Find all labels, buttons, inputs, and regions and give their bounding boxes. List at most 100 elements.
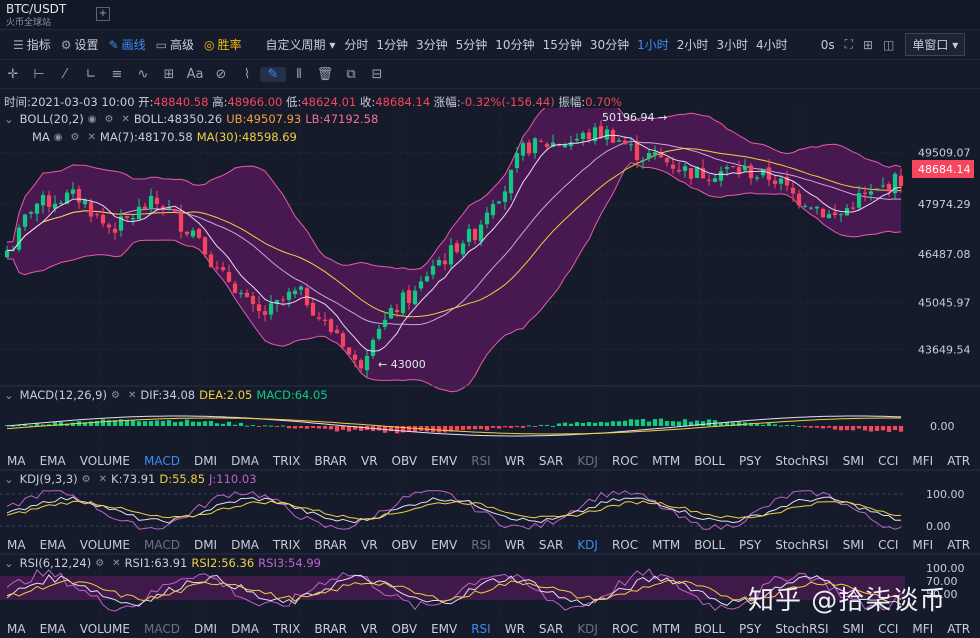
indicator-tab-stochrsi[interactable]: StochRSI xyxy=(768,538,835,552)
indicator-tab-wr[interactable]: WR xyxy=(498,538,532,552)
indicator-tab-kdj[interactable]: KDJ xyxy=(570,622,605,636)
indicator-tab-ma[interactable]: MA xyxy=(0,454,33,468)
symbol-name[interactable]: BTC/USDT xyxy=(6,2,66,16)
indicator-tab-dmi[interactable]: DMI xyxy=(187,454,224,468)
gear-icon[interactable]: ⚙ xyxy=(95,558,104,569)
indicator-tab-trix[interactable]: TRIX xyxy=(266,454,307,468)
custom-period-dropdown[interactable]: 自定义周期 ▾ xyxy=(261,36,341,53)
indicator-tab-atr[interactable]: ATR xyxy=(940,454,977,468)
indicator-tab-emv[interactable]: EMV xyxy=(424,538,464,552)
indicator-tab-psy[interactable]: PSY xyxy=(732,454,768,468)
indicator-tab-psy[interactable]: PSY xyxy=(732,538,768,552)
angle-tool-icon[interactable]: ∟ xyxy=(78,67,104,82)
advanced-button[interactable]: ▭ 高级 xyxy=(151,36,199,53)
indicator-tab-mfi[interactable]: MFI xyxy=(905,622,940,636)
indicator-tab-dma[interactable]: DMA xyxy=(224,538,266,552)
indicator-tab-stochrsi[interactable]: StochRSI xyxy=(768,454,835,468)
eye-icon[interactable]: ◉ xyxy=(54,132,63,143)
indicator-tab-volume[interactable]: VOLUME xyxy=(73,454,137,468)
indicator-tab-volume[interactable]: VOLUME xyxy=(73,622,137,636)
indicator-tab-sar[interactable]: SAR xyxy=(532,538,570,552)
winrate-button[interactable]: ◎ 胜率 xyxy=(199,36,247,53)
indicator-tab-ema[interactable]: EMA xyxy=(33,622,73,636)
indicator-tab-mtm[interactable]: MTM xyxy=(645,622,687,636)
gear-icon[interactable]: ⚙ xyxy=(105,114,114,125)
indicator-tab-obv[interactable]: OBV xyxy=(385,622,425,636)
pencil-tool-icon[interactable]: ✎ xyxy=(260,67,286,82)
close-icon[interactable]: ✕ xyxy=(88,132,96,143)
indicator-tab-mfi[interactable]: MFI xyxy=(905,538,940,552)
indicator-tab-kdj[interactable]: KDJ xyxy=(570,538,605,552)
indicator-tab-cci[interactable]: CCI xyxy=(871,622,905,636)
crosshair-tool-icon[interactable]: ✛ xyxy=(0,67,26,82)
eye-icon[interactable]: ◉ xyxy=(88,114,97,125)
indicator-tab-boll[interactable]: BOLL xyxy=(687,622,732,636)
close-icon[interactable]: ✕ xyxy=(112,558,120,569)
brush-tool-icon[interactable]: ⊘ xyxy=(208,67,234,82)
indicator-tab-vr[interactable]: VR xyxy=(354,454,385,468)
indicator-tab-dmi[interactable]: DMI xyxy=(187,538,224,552)
collapse-icon[interactable]: ⌄ xyxy=(4,472,14,486)
indicator-tab-cci[interactable]: CCI xyxy=(871,538,905,552)
indicator-tab-smi[interactable]: SMI xyxy=(836,538,872,552)
indicator-tab-sar[interactable]: SAR xyxy=(532,622,570,636)
indicator-tab-trix[interactable]: TRIX xyxy=(266,538,307,552)
indicator-tab-mfi[interactable]: MFI xyxy=(905,454,940,468)
window-mode-dropdown[interactable]: 单窗口 ▾ xyxy=(905,33,966,56)
ruler-tool-icon[interactable]: ⌇ xyxy=(234,67,260,82)
indicator-tab-roc[interactable]: ROC xyxy=(605,538,645,552)
indicator-tab-boll[interactable]: BOLL xyxy=(687,454,732,468)
fib-tool-icon[interactable]: ⦀ xyxy=(286,67,312,82)
indicator-tab-atr[interactable]: ATR xyxy=(940,622,977,636)
indicator-tab-brar[interactable]: BRAR xyxy=(307,538,354,552)
layout-icon[interactable]: ⊞ xyxy=(858,38,878,52)
fullscreen-icon[interactable]: ⛶ xyxy=(840,37,858,52)
indicator-tab-roc[interactable]: ROC xyxy=(605,454,645,468)
interval-0[interactable]: 分时 xyxy=(340,36,372,53)
indicator-tab-volume[interactable]: VOLUME xyxy=(73,538,137,552)
indicator-tab-boll[interactable]: BOLL xyxy=(687,538,732,552)
gear-icon[interactable]: ⚙ xyxy=(82,474,91,485)
indicator-tab-trix[interactable]: TRIX xyxy=(266,622,307,636)
indicator-tab-smi[interactable]: SMI xyxy=(836,622,872,636)
indicator-tab-sar[interactable]: SAR xyxy=(532,454,570,468)
interval-8[interactable]: 2小时 xyxy=(673,36,713,53)
indicator-tab-mtm[interactable]: MTM xyxy=(645,538,687,552)
indicator-tab-emv[interactable]: EMV xyxy=(424,622,464,636)
wave-tool-icon[interactable]: ∿ xyxy=(130,67,156,82)
indicator-tab-cci[interactable]: CCI xyxy=(871,454,905,468)
layer-tool-icon[interactable]: ⊟ xyxy=(364,67,390,82)
close-icon[interactable]: ✕ xyxy=(99,474,107,485)
indicator-tab-rsi[interactable]: RSI xyxy=(464,538,498,552)
indicator-tab-smi[interactable]: SMI xyxy=(836,454,872,468)
copy-tool-icon[interactable]: ⧉ xyxy=(338,67,364,82)
close-icon[interactable]: ✕ xyxy=(128,390,136,401)
gear-icon[interactable]: ⚙ xyxy=(71,132,80,143)
indicator-tab-brar[interactable]: BRAR xyxy=(307,622,354,636)
indicator-tab-ma[interactable]: MA xyxy=(0,538,33,552)
indicator-tab-brar[interactable]: BRAR xyxy=(307,454,354,468)
indicator-tab-vr[interactable]: VR xyxy=(354,622,385,636)
ray-tool-icon[interactable]: ⊢ xyxy=(26,67,52,82)
collapse-icon[interactable]: ⌄ xyxy=(4,388,14,402)
indicator-tab-dma[interactable]: DMA xyxy=(224,454,266,468)
interval-3[interactable]: 5分钟 xyxy=(452,36,492,53)
draw-button[interactable]: ✎ 画线 xyxy=(104,36,151,53)
collapse-icon[interactable]: ⌄ xyxy=(4,112,14,126)
indicator-tab-wr[interactable]: WR xyxy=(498,454,532,468)
indicator-tab-rsi[interactable]: RSI xyxy=(464,622,498,636)
interval-5[interactable]: 15分钟 xyxy=(539,36,586,53)
indicator-tab-vr[interactable]: VR xyxy=(354,538,385,552)
parallel-tool-icon[interactable]: ≡ xyxy=(104,67,130,82)
text-tool-icon[interactable]: Aa xyxy=(182,67,208,82)
close-icon[interactable]: ✕ xyxy=(121,114,129,125)
indicator-tab-macd[interactable]: MACD xyxy=(137,454,187,468)
interval-10[interactable]: 4小时 xyxy=(752,36,792,53)
interval-6[interactable]: 30分钟 xyxy=(586,36,633,53)
interval-1[interactable]: 1分钟 xyxy=(372,36,412,53)
delete-tool-icon[interactable]: 🗑 xyxy=(312,67,338,82)
rect-tool-icon[interactable]: ⊞ xyxy=(156,67,182,82)
indicator-tab-ma[interactable]: MA xyxy=(0,622,33,636)
indicator-tab-dmi[interactable]: DMI xyxy=(187,622,224,636)
indicator-tab-macd[interactable]: MACD xyxy=(137,538,187,552)
